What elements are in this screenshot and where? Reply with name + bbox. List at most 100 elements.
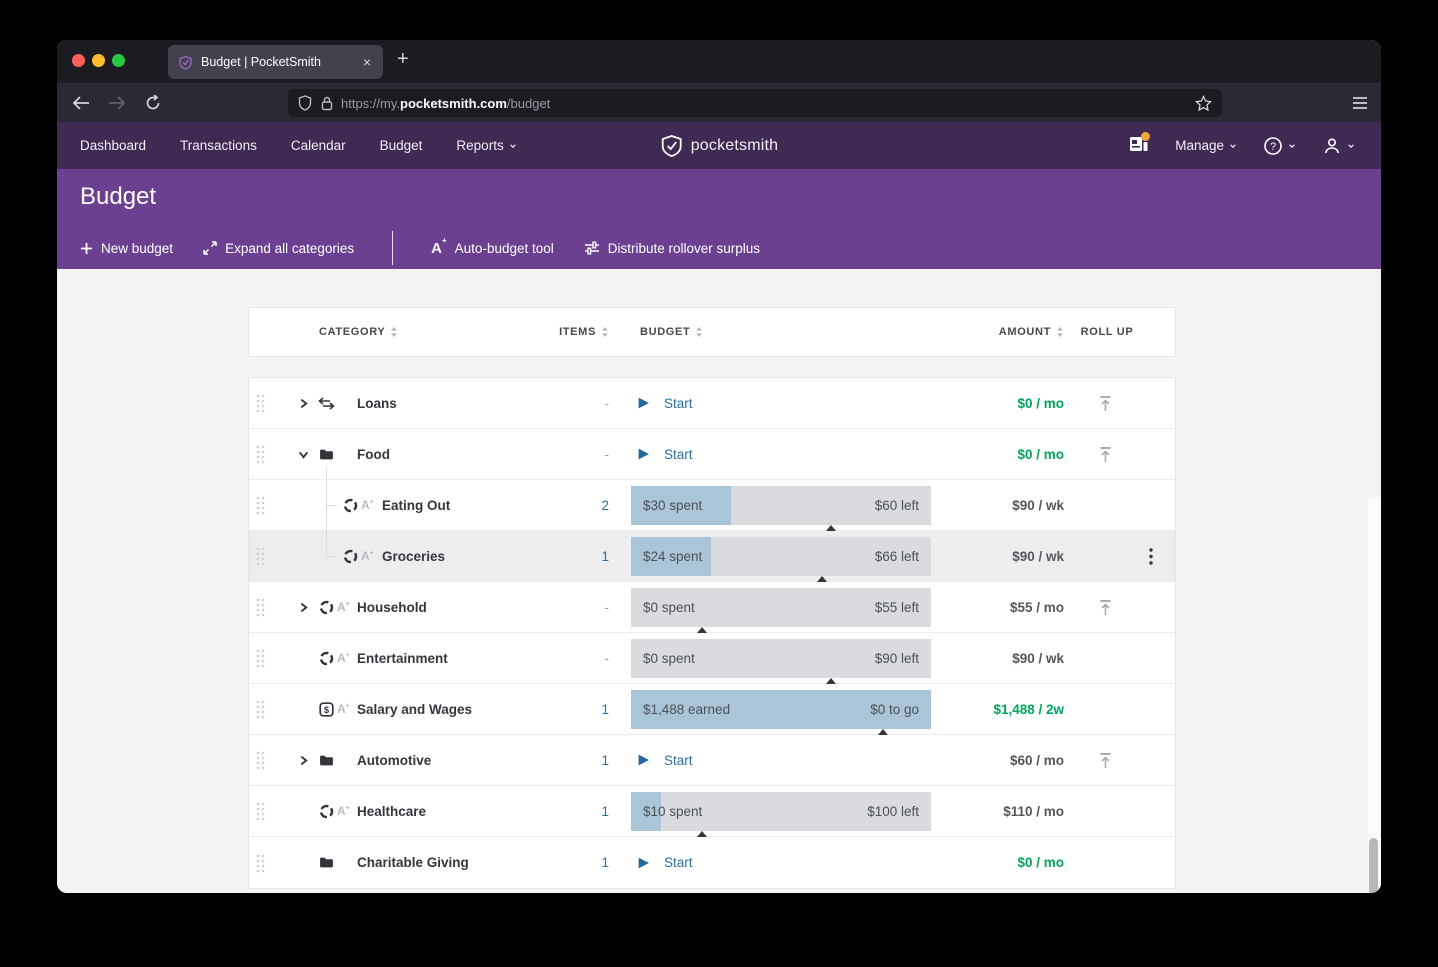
- reload-icon[interactable]: [142, 92, 164, 114]
- table-row-loans[interactable]: Loans - Start $0 / mo: [249, 378, 1175, 429]
- new-budget-button[interactable]: New budget: [80, 241, 173, 256]
- bookmark-star-icon[interactable]: [1195, 95, 1212, 112]
- column-items[interactable]: ITEMS: [539, 308, 609, 356]
- whats-new-icon[interactable]: [1129, 135, 1149, 156]
- pocketsmith-logo[interactable]: pocketsmith: [660, 134, 779, 158]
- chevron-right-icon[interactable]: [295, 582, 311, 632]
- category-label[interactable]: Charitable Giving: [357, 837, 469, 888]
- rollup-icon[interactable]: [1095, 378, 1115, 428]
- drag-handle-icon[interactable]: [255, 684, 266, 734]
- category-label[interactable]: Food: [357, 429, 390, 479]
- budget-bar[interactable]: $0 spent $90 left: [631, 639, 931, 678]
- chevron-right-icon[interactable]: [295, 378, 311, 428]
- budget-bar[interactable]: $24 spent $66 left: [631, 537, 931, 576]
- income-icon: $: [317, 684, 335, 734]
- table-row-automotive[interactable]: Automotive 1 Start $60 / mo: [249, 735, 1175, 786]
- scrollbar-track[interactable]: [1366, 498, 1381, 893]
- drag-handle-icon[interactable]: [255, 735, 266, 785]
- budget-bar[interactable]: $0 spent $55 left: [631, 588, 931, 627]
- drag-handle-icon[interactable]: [255, 582, 266, 632]
- zoom-window-button[interactable]: [112, 54, 125, 67]
- tracking-shield-icon[interactable]: [298, 95, 312, 111]
- tab-close-icon[interactable]: ×: [361, 54, 373, 70]
- row-menu-icon[interactable]: [1143, 531, 1159, 581]
- category-label[interactable]: Eating Out: [382, 480, 450, 530]
- table-row-groceries[interactable]: A+ Groceries 1 $24 spent $66 left $90 / …: [249, 531, 1175, 582]
- table-row-household[interactable]: A+ Household - $0 spent $55 left $55 / m…: [249, 582, 1175, 633]
- drag-handle-icon[interactable]: [255, 480, 266, 530]
- drag-handle-icon[interactable]: [255, 531, 266, 581]
- budget-bar[interactable]: $1,488 earned $0 to go: [631, 690, 931, 729]
- account-menu[interactable]: [1322, 136, 1355, 156]
- lock-icon[interactable]: [321, 96, 333, 111]
- sort-icon[interactable]: [695, 326, 703, 338]
- category-label[interactable]: Healthcare: [357, 786, 426, 836]
- expand-all-categories-button[interactable]: Expand all categories: [203, 241, 354, 256]
- table-row-healthcare[interactable]: A+ Healthcare 1 $10 spent $100 left $110…: [249, 786, 1175, 837]
- scrollbar-thumb[interactable]: [1369, 838, 1378, 893]
- help-icon: ?: [1263, 136, 1283, 156]
- tab-title: Budget | PocketSmith: [201, 55, 361, 69]
- column-amount[interactable]: AMOUNT: [939, 308, 1064, 356]
- chevron-down-icon: [1229, 142, 1237, 150]
- items-count: 1: [549, 735, 609, 785]
- close-window-button[interactable]: [72, 54, 85, 67]
- new-tab-button[interactable]: +: [397, 48, 409, 71]
- sliders-icon: [584, 241, 600, 255]
- start-budget-button[interactable]: Start: [637, 378, 693, 428]
- drag-handle-icon[interactable]: [255, 837, 266, 888]
- play-icon: [637, 856, 650, 870]
- minimize-window-button[interactable]: [92, 54, 105, 67]
- url-bar[interactable]: https://my.pocketsmith.com/budget: [288, 89, 1222, 117]
- browser-window: Budget | PocketSmith × + https://my.pock…: [57, 40, 1381, 893]
- column-category[interactable]: CATEGORY: [319, 308, 398, 356]
- rollup-icon[interactable]: [1095, 735, 1115, 785]
- budget-bar[interactable]: $10 spent $100 left: [631, 792, 931, 831]
- rollup-icon[interactable]: [1095, 582, 1115, 632]
- category-label[interactable]: Entertainment: [357, 633, 448, 683]
- table-row-salary-and-wages[interactable]: $ A+ Salary and Wages 1 $1,488 earned $0…: [249, 684, 1175, 735]
- drag-handle-icon[interactable]: [255, 429, 266, 479]
- chevron-down-icon[interactable]: [295, 429, 311, 479]
- category-label[interactable]: Household: [357, 582, 427, 632]
- sort-icon[interactable]: [390, 326, 398, 338]
- chevron-right-icon[interactable]: [295, 735, 311, 785]
- nav-dashboard[interactable]: Dashboard: [80, 138, 146, 153]
- nav-calendar[interactable]: Calendar: [291, 138, 346, 153]
- back-icon[interactable]: [70, 92, 92, 114]
- url-text[interactable]: https://my.pocketsmith.com/budget: [341, 96, 550, 111]
- nav-reports[interactable]: Reports: [456, 138, 516, 153]
- manage-menu[interactable]: Manage: [1175, 138, 1237, 153]
- svg-text:?: ?: [1270, 141, 1276, 153]
- nav-transactions[interactable]: Transactions: [180, 138, 257, 153]
- forward-icon[interactable]: [106, 92, 128, 114]
- drag-handle-icon[interactable]: [255, 786, 266, 836]
- menu-icon[interactable]: [1349, 92, 1371, 114]
- rollup-icon[interactable]: [1095, 429, 1115, 479]
- browser-tab[interactable]: Budget | PocketSmith ×: [168, 45, 383, 79]
- drag-handle-icon[interactable]: [255, 633, 266, 683]
- category-label[interactable]: Automotive: [357, 735, 431, 785]
- auto-budget-tool-button[interactable]: A+ Auto-budget tool: [431, 240, 554, 257]
- category-label[interactable]: Groceries: [382, 531, 445, 581]
- table-row-entertainment[interactable]: A+ Entertainment - $0 spent $90 left $90…: [249, 633, 1175, 684]
- start-budget-button[interactable]: Start: [637, 837, 693, 888]
- bar-left-label: $90 left: [875, 639, 919, 678]
- sort-icon[interactable]: [1056, 326, 1064, 338]
- distribute-rollover-surplus-button[interactable]: Distribute rollover surplus: [584, 241, 760, 256]
- drag-handle-icon[interactable]: [255, 378, 266, 428]
- column-budget[interactable]: BUDGET: [640, 308, 703, 356]
- nav-budget[interactable]: Budget: [380, 138, 423, 153]
- play-icon: [637, 396, 650, 410]
- start-budget-button[interactable]: Start: [637, 429, 693, 479]
- sort-icon[interactable]: [601, 326, 609, 338]
- table-row-eating-out[interactable]: A+ Eating Out 2 $30 spent $60 left $90 /…: [249, 480, 1175, 531]
- help-menu[interactable]: ?: [1263, 136, 1296, 156]
- bar-left-label: $66 left: [875, 537, 919, 576]
- budget-bar[interactable]: $30 spent $60 left: [631, 486, 931, 525]
- category-label[interactable]: Salary and Wages: [357, 684, 472, 734]
- category-label[interactable]: Loans: [357, 378, 397, 428]
- start-budget-button[interactable]: Start: [637, 735, 693, 785]
- table-row-charitable-giving[interactable]: Charitable Giving 1 Start $0 / mo: [249, 837, 1175, 888]
- table-row-food[interactable]: Food - Start $0 / mo: [249, 429, 1175, 480]
